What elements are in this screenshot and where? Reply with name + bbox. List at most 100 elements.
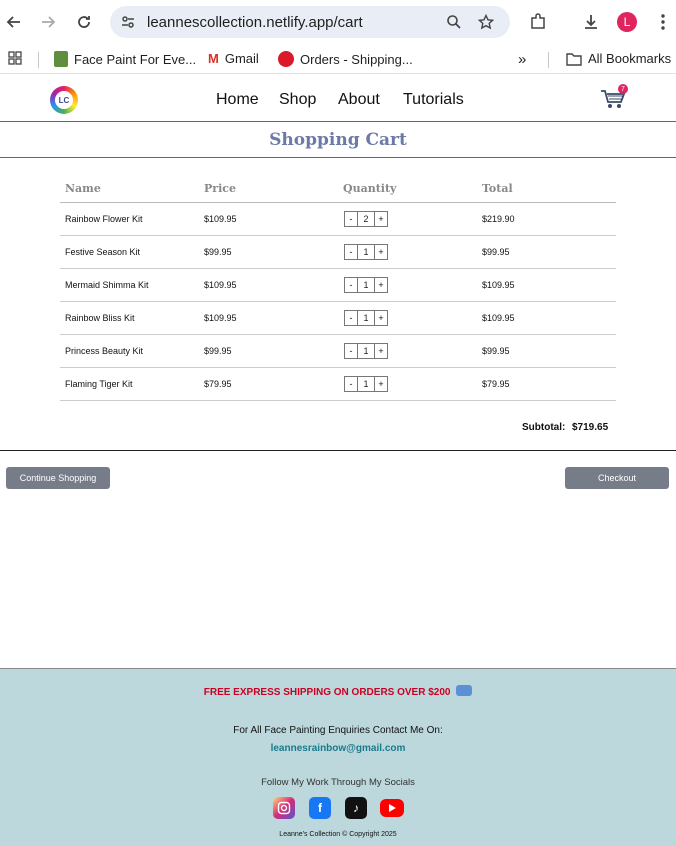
title-divider xyxy=(0,157,676,158)
decrease-button[interactable]: - xyxy=(344,376,358,392)
item-name: Mermaid Shimma Kit xyxy=(65,280,149,290)
decrease-button[interactable]: - xyxy=(344,343,358,359)
decrease-button[interactable]: - xyxy=(344,310,358,326)
quantity-value[interactable]: 1 xyxy=(358,277,374,293)
site-info-icon[interactable] xyxy=(120,14,136,30)
increase-button[interactable]: + xyxy=(374,343,388,359)
table-row: Festive Season Kit $99.95 - 1 + $99.95 xyxy=(60,236,616,269)
item-name: Princess Beauty Kit xyxy=(65,346,144,356)
contact-email[interactable]: leannesrainbow@gmail.com xyxy=(0,743,676,754)
column-name: Name xyxy=(65,182,101,195)
extensions-icon[interactable] xyxy=(526,10,550,34)
reload-icon[interactable] xyxy=(72,10,96,34)
item-price: $109.95 xyxy=(204,214,237,224)
logo-text: LC xyxy=(55,91,73,109)
quantity-value[interactable]: 1 xyxy=(358,310,374,326)
bookmark-orders[interactable]: Orders - Shipping... xyxy=(278,51,413,67)
shipping-text: FREE EXPRESS SHIPPING ON ORDERS OVER $20… xyxy=(203,687,451,698)
cart-table: Name Price Quantity Total Rainbow Flower… xyxy=(60,176,616,401)
bookmark-label: Gmail xyxy=(224,51,259,66)
item-total: $219.90 xyxy=(482,214,515,224)
forward-icon[interactable] xyxy=(36,10,60,34)
item-total: $109.95 xyxy=(482,280,515,290)
profile-avatar[interactable]: L xyxy=(617,12,637,32)
quantity-value[interactable]: 1 xyxy=(358,343,374,359)
item-price: $99.95 xyxy=(204,247,232,257)
header-divider xyxy=(0,121,676,122)
back-icon[interactable] xyxy=(2,10,26,34)
nav-tutorials[interactable]: Tutorials xyxy=(403,91,464,109)
continue-shopping-button[interactable]: Continue Shopping xyxy=(6,467,110,489)
facebook-icon[interactable]: f xyxy=(309,797,331,819)
bookmark-face-paint[interactable]: Face Paint For Eve... xyxy=(54,51,196,67)
bookmark-gmail[interactable]: M Gmail xyxy=(208,51,259,66)
nav-shop[interactable]: Shop xyxy=(279,91,316,109)
tiktok-icon[interactable]: ♪ xyxy=(345,797,367,819)
increase-button[interactable]: + xyxy=(374,211,388,227)
download-icon[interactable] xyxy=(579,10,603,34)
site-header: LC Home Shop About Tutorials 7 xyxy=(0,80,676,120)
copyright-text: Leanne's Collection © Copyright 2025 xyxy=(279,831,397,838)
more-bookmarks-icon[interactable]: » xyxy=(518,51,526,68)
item-name: Rainbow Flower Kit xyxy=(65,214,143,224)
item-price: $79.95 xyxy=(204,379,232,389)
menu-icon[interactable] xyxy=(651,10,675,34)
decrease-button[interactable]: - xyxy=(344,244,358,260)
page-title: Shopping Cart xyxy=(269,130,407,150)
quantity-stepper: - 1 + xyxy=(344,277,388,293)
increase-button[interactable]: + xyxy=(374,376,388,392)
column-total: Total xyxy=(482,182,513,195)
star-icon[interactable] xyxy=(477,13,495,30)
bookmark-separator xyxy=(548,52,549,68)
site-footer: FREE EXPRESS SHIPPING ON ORDERS OVER $20… xyxy=(0,668,676,846)
subtotal-divider xyxy=(0,450,676,451)
apps-icon[interactable] xyxy=(8,51,22,65)
folder-icon xyxy=(566,52,582,66)
item-total: $99.95 xyxy=(482,247,510,257)
browser-toolbar: leannescollection.netlify.app/cart L xyxy=(0,0,676,44)
enquiries-text: For All Face Painting Enquiries Contact … xyxy=(233,725,443,736)
nav-about[interactable]: About xyxy=(338,91,380,109)
item-price: $109.95 xyxy=(204,280,237,290)
nav-home[interactable]: Home xyxy=(216,91,259,109)
table-row: Mermaid Shimma Kit $109.95 - 1 + $109.95 xyxy=(60,269,616,302)
item-price: $99.95 xyxy=(204,346,232,356)
quantity-stepper: - 1 + xyxy=(344,310,388,326)
bookmarks-bar: Face Paint For Eve... M Gmail Orders - S… xyxy=(0,44,676,74)
subtotal-label: Subtotal: xyxy=(522,422,566,433)
table-header: Name Price Quantity Total xyxy=(60,176,616,203)
table-row: Rainbow Bliss Kit $109.95 - 1 + $109.95 xyxy=(60,302,616,335)
quantity-stepper: - 1 + xyxy=(344,376,388,392)
quantity-value[interactable]: 2 xyxy=(358,211,374,227)
decrease-button[interactable]: - xyxy=(344,277,358,293)
zoom-icon[interactable] xyxy=(446,14,462,30)
gmail-icon: M xyxy=(208,51,219,66)
checkout-button[interactable]: Checkout xyxy=(565,467,669,489)
youtube-icon[interactable] xyxy=(380,799,404,817)
decrease-button[interactable]: - xyxy=(344,211,358,227)
bookmark-label: Face Paint For Eve... xyxy=(74,51,197,67)
instagram-icon[interactable] xyxy=(273,797,295,819)
item-total: $99.95 xyxy=(482,346,510,356)
bookmark-separator xyxy=(38,52,39,68)
column-price: Price xyxy=(204,182,236,195)
site-logo[interactable]: LC xyxy=(50,86,78,114)
item-name: Festive Season Kit xyxy=(65,247,141,257)
increase-button[interactable]: + xyxy=(374,277,388,293)
address-bar[interactable]: leannescollection.netlify.app/cart xyxy=(110,6,510,38)
quantity-value[interactable]: 1 xyxy=(358,376,374,392)
item-total: $109.95 xyxy=(482,313,515,323)
increase-button[interactable]: + xyxy=(374,244,388,260)
quantity-stepper: - 2 + xyxy=(344,211,388,227)
quantity-stepper: - 1 + xyxy=(344,244,388,260)
quantity-value[interactable]: 1 xyxy=(358,244,374,260)
increase-button[interactable]: + xyxy=(374,310,388,326)
item-total: $79.95 xyxy=(482,379,510,389)
quantity-stepper: - 1 + xyxy=(344,343,388,359)
item-price: $109.95 xyxy=(204,313,237,323)
bookmark-label: All Bookmarks xyxy=(588,51,672,66)
table-row: Flaming Tiger Kit $79.95 - 1 + $79.95 xyxy=(60,368,616,401)
table-row: Princess Beauty Kit $99.95 - 1 + $99.95 xyxy=(60,335,616,368)
all-bookmarks[interactable]: All Bookmarks xyxy=(566,51,671,66)
item-name: Rainbow Bliss Kit xyxy=(65,313,135,323)
